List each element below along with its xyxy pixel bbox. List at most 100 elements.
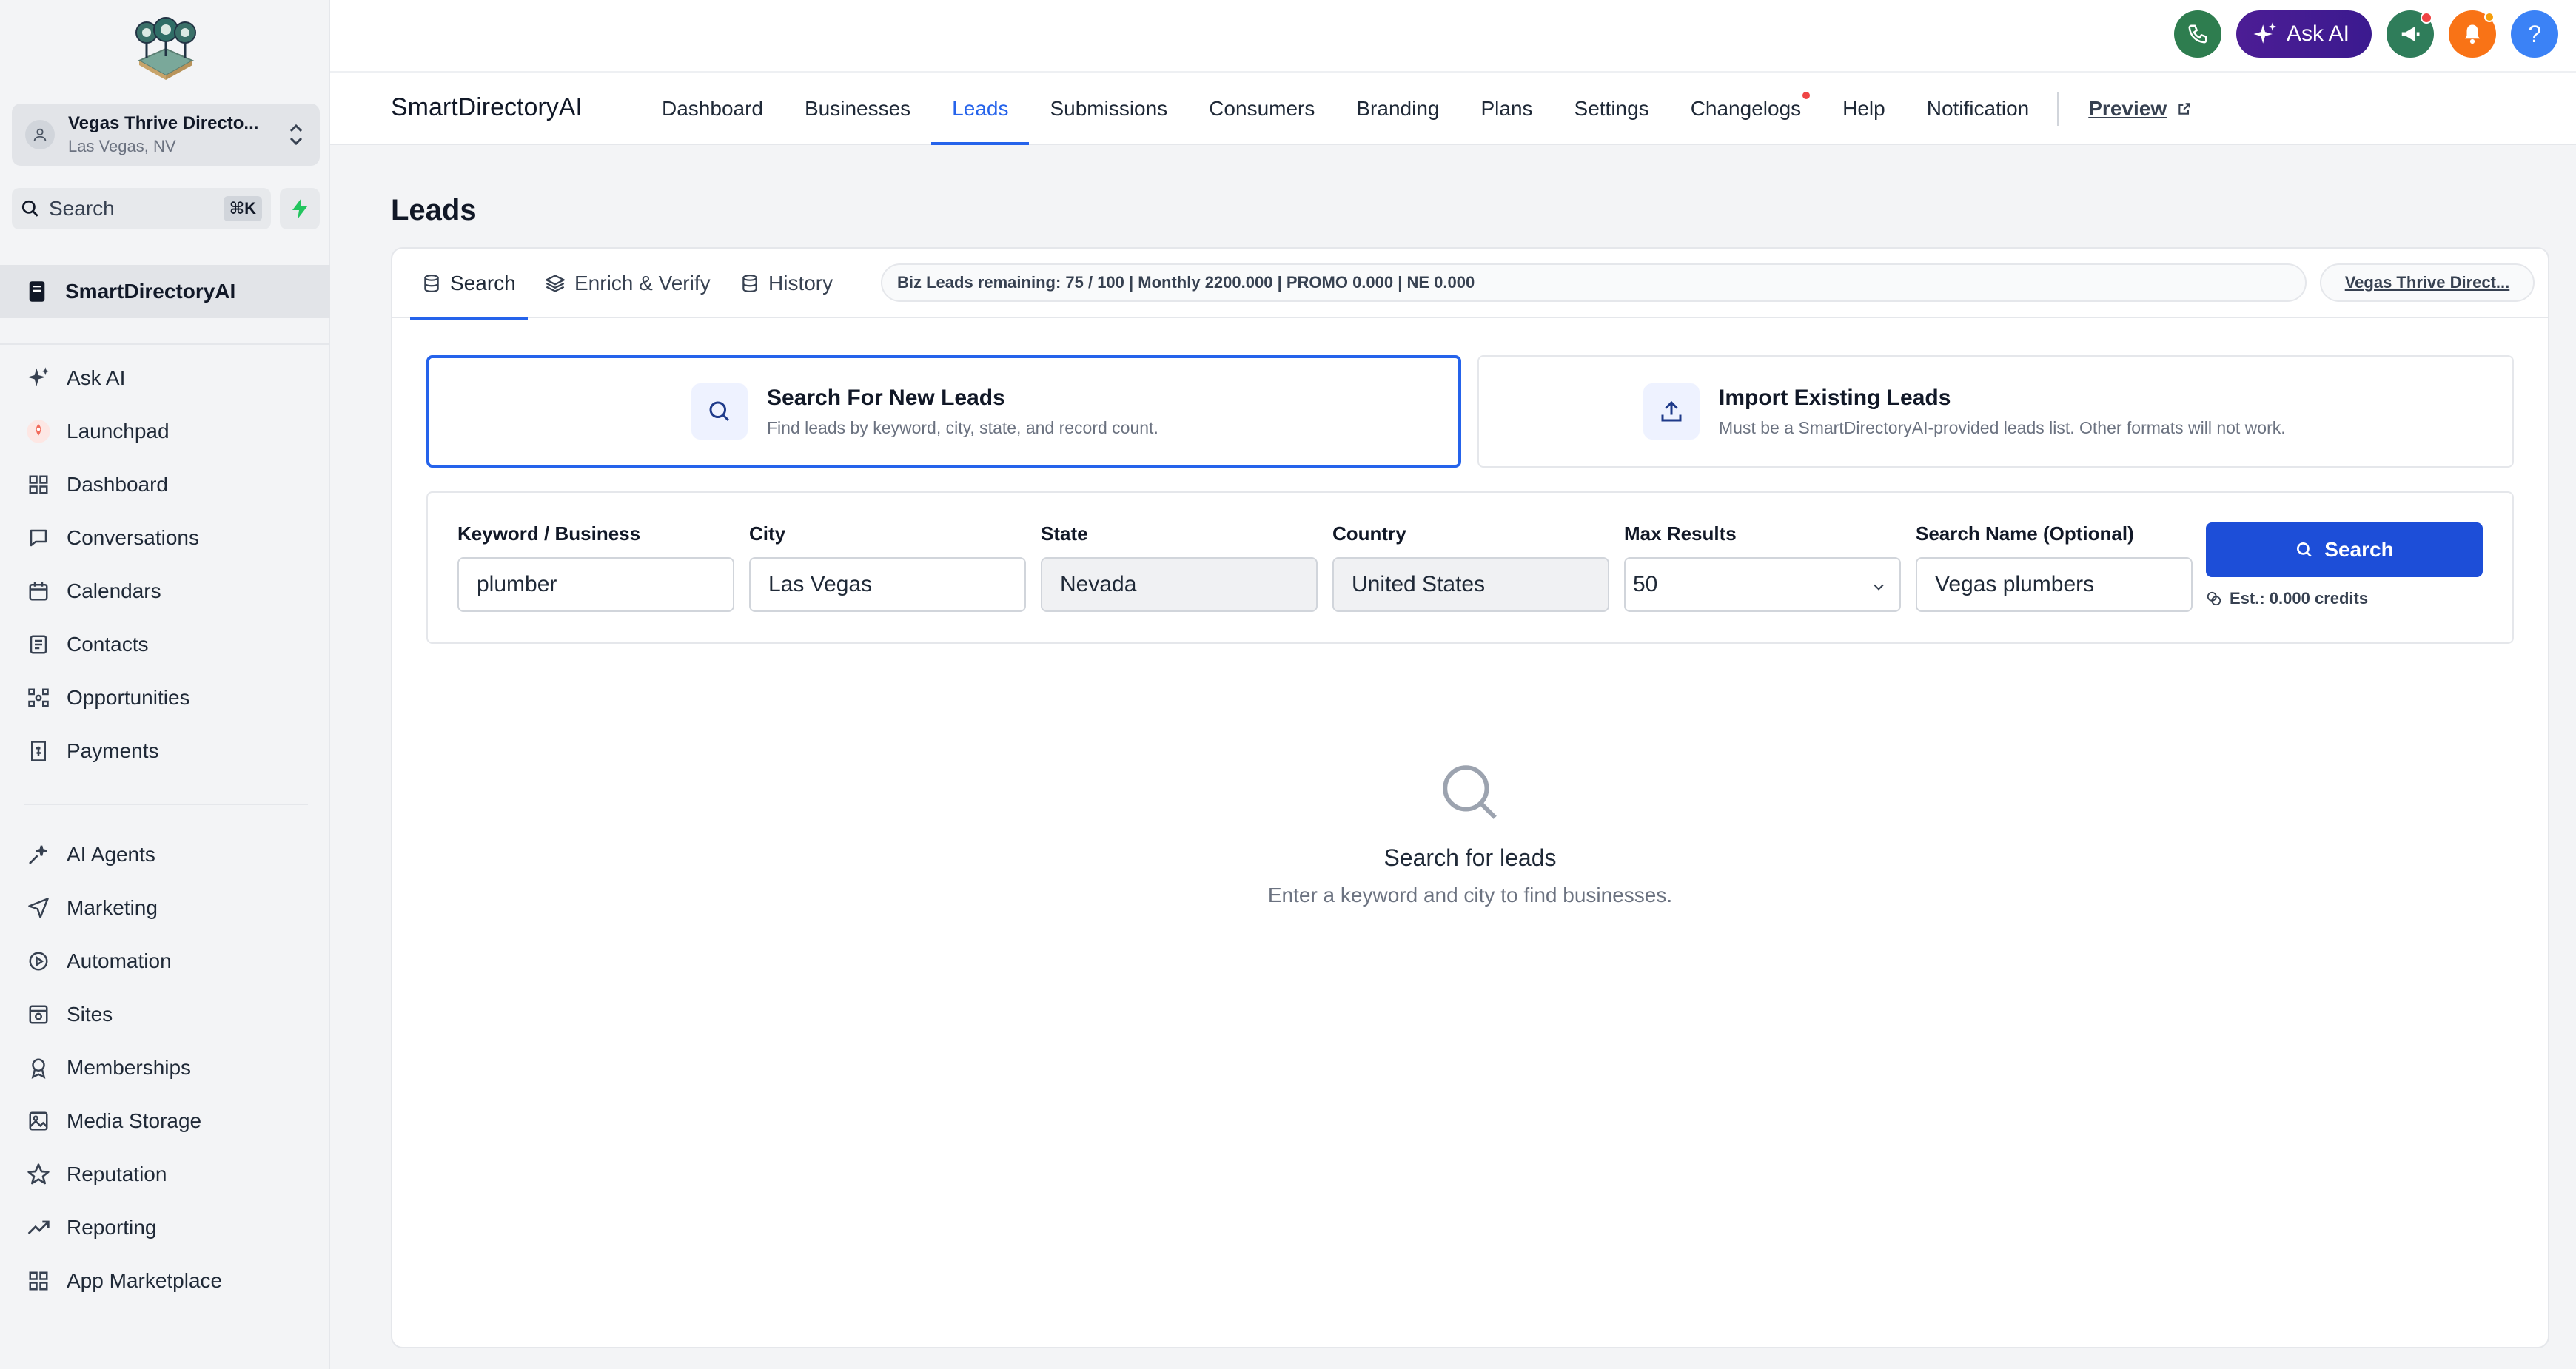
max-results-select[interactable]: 50 <box>1624 557 1901 612</box>
quick-actions-button[interactable] <box>280 188 320 229</box>
chat-icon <box>24 523 53 553</box>
ask-ai-button[interactable]: Ask AI <box>2235 10 2372 58</box>
sidebar-item-automation[interactable]: Automation <box>24 943 172 980</box>
bolt-icon <box>292 198 307 219</box>
megaphone-icon <box>2401 27 2420 41</box>
country-label: Country <box>1332 522 1406 545</box>
search-shortcut: ⌘K <box>223 196 262 221</box>
leads-card: Search Enrich & Verify History Biz Leads… <box>391 247 2549 1348</box>
tab-preview[interactable]: Preview <box>2067 73 2213 145</box>
tab-businesses[interactable]: Businesses <box>784 73 931 145</box>
preview-label: Preview <box>2088 97 2167 120</box>
state-field-group: State Nevada <box>1041 522 1318 612</box>
sidebar-item-reporting[interactable]: Reporting <box>24 1209 156 1246</box>
sidebar-item-ask-ai[interactable]: Ask AI <box>24 360 125 397</box>
sidebar-item-payments[interactable]: Payments <box>24 733 159 770</box>
sidebar-item-media-storage[interactable]: Media Storage <box>24 1103 201 1140</box>
tab-branding[interactable]: Branding <box>1335 73 1460 145</box>
search-button[interactable]: Search <box>2206 522 2483 577</box>
leads-subtabs: Search Enrich & Verify History Biz Leads… <box>392 249 2548 320</box>
search-icon <box>21 200 38 217</box>
tab-help[interactable]: Help <box>1822 73 1906 145</box>
sidebar: Vegas Thrive Directo... Las Vegas, NV Se… <box>0 0 330 1369</box>
nav-separator <box>2057 92 2059 126</box>
sidebar-item-opportunities[interactable]: Opportunities <box>24 679 190 716</box>
award-icon <box>24 1053 53 1083</box>
tab-submissions[interactable]: Submissions <box>1029 73 1188 145</box>
country-field-group: Country United States <box>1332 522 1609 612</box>
receipt-icon <box>24 736 53 766</box>
sidebar-item-launchpad[interactable]: Launchpad <box>24 413 170 450</box>
search-button-label: Search <box>2324 538 2394 561</box>
help-button[interactable]: ? <box>2511 10 2558 58</box>
tab-notification[interactable]: Notification <box>1906 73 2050 145</box>
send-icon <box>24 893 53 923</box>
sidebar-search-label: Search <box>49 197 115 220</box>
keyword-input[interactable]: plumber <box>457 557 734 612</box>
country-input: United States <box>1332 557 1609 612</box>
sidebar-item-marketing[interactable]: Marketing <box>24 889 158 926</box>
state-input: Nevada <box>1041 557 1318 612</box>
sidebar-item-smartdirectoryai[interactable]: SmartDirectoryAI <box>0 265 330 318</box>
tab-settings[interactable]: Settings <box>1554 73 1670 145</box>
lead-search-form: Keyword / Business plumber City Las Vega… <box>426 491 2514 644</box>
tab-leads[interactable]: Leads <box>931 73 1030 145</box>
changelog-new-dot <box>1802 92 1811 99</box>
sidebar-item-dashboard[interactable]: Dashboard <box>24 466 168 503</box>
sidebar-item-conversations[interactable]: Conversations <box>24 519 199 556</box>
search-name-input[interactable]: Vegas plumbers <box>1916 557 2193 612</box>
empty-state: Search for leads Enter a keyword and cit… <box>392 759 2548 907</box>
pipeline-icon <box>24 683 53 713</box>
external-link-icon <box>2178 103 2190 115</box>
subtab-enrich-verify[interactable]: Enrich & Verify <box>545 249 711 318</box>
notification-dot <box>2421 12 2432 24</box>
credit-estimate: Est.: 0.000 credits <box>2206 589 2368 608</box>
sidebar-item-calendars[interactable]: Calendars <box>24 573 161 610</box>
sidebar-divider <box>0 343 330 345</box>
search-icon <box>2297 542 2312 557</box>
app-title: SmartDirectoryAI <box>391 93 583 121</box>
subtab-search[interactable]: Search <box>410 249 528 320</box>
keyword-label: Keyword / Business <box>457 522 641 545</box>
location-link[interactable]: Vegas Thrive Direct... <box>2320 263 2535 302</box>
help-icon: ? <box>2528 20 2541 47</box>
search-new-leads-option[interactable]: Search For New Leads Find leads by keywo… <box>426 355 1461 468</box>
page-title: Leads <box>391 194 477 226</box>
search-icon <box>691 383 748 440</box>
star-icon <box>24 1160 53 1189</box>
sidebar-item-reputation[interactable]: Reputation <box>24 1156 167 1193</box>
empty-state-subtitle: Enter a keyword and city to find busines… <box>1267 884 1673 906</box>
agency-logo[interactable] <box>130 16 201 81</box>
phone-icon <box>2188 24 2207 44</box>
location-switcher[interactable]: Vegas Thrive Directo... Las Vegas, NV <box>12 104 320 166</box>
phone-button[interactable] <box>2173 10 2221 58</box>
subtab-history[interactable]: History <box>740 249 833 318</box>
apps-icon <box>24 1266 53 1296</box>
image-icon <box>24 1106 53 1136</box>
option-title: Search For New Leads <box>767 385 1005 410</box>
tab-dashboard[interactable]: Dashboard <box>641 73 784 145</box>
tab-changelogs[interactable]: Changelogs <box>1670 73 1822 145</box>
notifications-button[interactable] <box>2449 10 2496 58</box>
sidebar-item-memberships[interactable]: Memberships <box>24 1049 191 1086</box>
option-subtitle: Find leads by keyword, city, state, and … <box>767 417 1158 437</box>
sidebar-item-contacts[interactable]: Contacts <box>24 626 149 663</box>
sparkle-icon <box>24 363 53 393</box>
tab-consumers[interactable]: Consumers <box>1188 73 1335 145</box>
city-label: City <box>749 522 786 545</box>
grid-icon <box>24 470 53 500</box>
app-tabs: Dashboard Businesses Leads Submissions C… <box>641 73 2213 145</box>
contacts-icon <box>24 630 53 659</box>
sparkle-icon <box>2253 22 2277 44</box>
sidebar-search[interactable]: Search ⌘K <box>12 188 271 229</box>
tab-plans[interactable]: Plans <box>1460 73 1553 145</box>
sidebar-item-sites[interactable]: Sites <box>24 996 113 1033</box>
city-input[interactable]: Las Vegas <box>749 557 1026 612</box>
sidebar-item-app-marketplace[interactable]: App Marketplace <box>24 1262 222 1299</box>
rocket-icon <box>24 417 53 446</box>
import-leads-option[interactable]: Import Existing Leads Must be a SmartDir… <box>1477 355 2514 468</box>
sidebar-item-ai-agents[interactable]: AI Agents <box>24 836 155 873</box>
announcements-button[interactable] <box>2387 10 2434 58</box>
top-bar: Ask AI ? <box>330 0 2576 71</box>
location-avatar-icon <box>25 120 55 149</box>
